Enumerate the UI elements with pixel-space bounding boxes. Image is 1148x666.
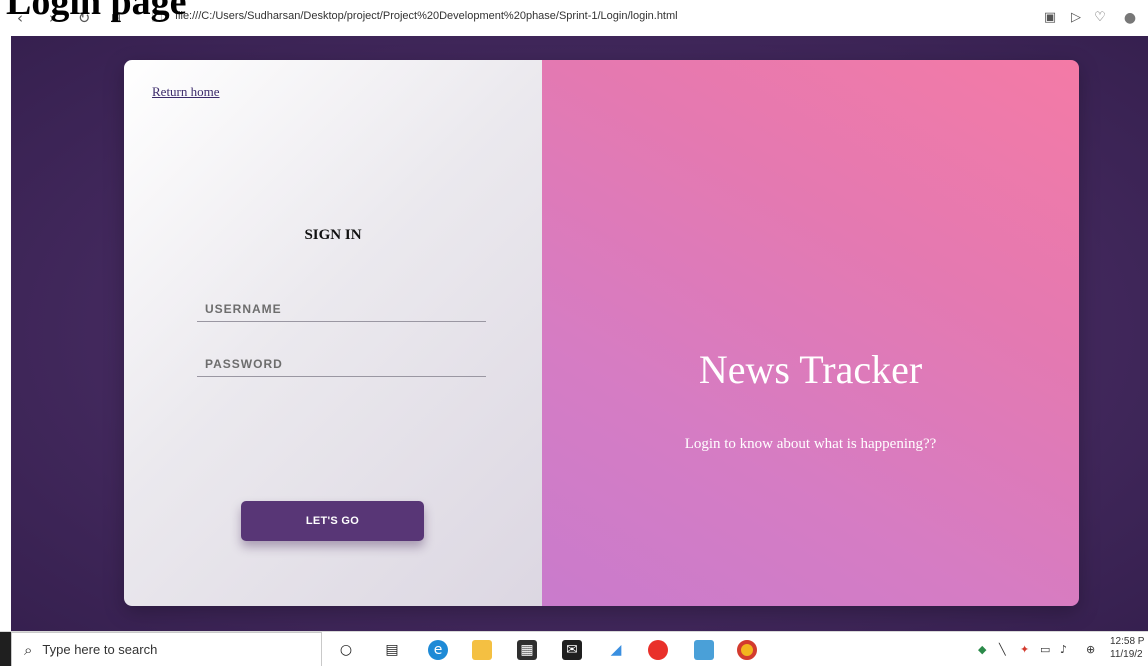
network-off-icon[interactable]: ╲ [999,643,1006,656]
password-input[interactable] [197,351,486,377]
cropped-heading: Login page [6,0,187,23]
login-card: Return home SIGN IN LET'S GO News Tracke… [124,60,1079,606]
brand-title: News Tracker [698,347,923,392]
system-clock[interactable]: 12:58 P 11/19/2 [1110,635,1144,661]
app-icon[interactable]: ◢ [606,640,626,660]
start-strip[interactable] [0,632,11,666]
search-icon: ⌕ [24,640,33,659]
task-view-icon[interactable]: ▤ [382,640,402,660]
address-bar[interactable]: file:///C:/Users/Sudharsan/Desktop/proje… [175,10,678,22]
cortana-icon[interactable]: ○ [336,640,356,660]
store-icon[interactable]: ▦ [517,640,537,660]
taskbar: ⌕ Type here to search ○ ▤ e ▦ ✉ ◢ ◆ ╲ ✦ … [0,631,1148,666]
login-panel: Return home SIGN IN LET'S GO [124,60,542,606]
security-icon[interactable]: ◆ [978,643,986,656]
send-icon[interactable]: ▷ [1066,8,1086,28]
volume-icon[interactable]: ♪ [1060,643,1067,656]
profile-icon[interactable]: ● [1120,8,1140,28]
edge-icon[interactable]: e [428,640,448,660]
opera-icon[interactable] [648,640,668,660]
heart-icon[interactable]: ♡ [1090,8,1110,28]
clock-time: 12:58 P [1110,636,1145,647]
screenshot-icon[interactable]: ▣ [1040,8,1060,28]
sign-in-title: SIGN IN [304,227,362,243]
clock-date: 11/19/2 [1110,649,1143,660]
brand-tagline: Login to know about what is happening?? [684,436,937,452]
taskbar-search-placeholder: Type here to search [42,642,158,657]
return-home-link[interactable]: Return home [152,84,220,100]
brand-panel: News Tracker Login to know about what is… [542,60,1079,606]
lets-go-button[interactable]: LET'S GO [241,501,424,541]
taskbar-search[interactable]: ⌕ Type here to search [11,632,322,666]
notification-icon[interactable]: ✦ [1020,643,1029,656]
page-background: Return home SIGN IN LET'S GO News Tracke… [11,36,1148,631]
file-explorer-icon[interactable] [472,640,492,660]
language-icon[interactable]: ⊕ [1086,643,1095,656]
battery-icon[interactable]: ▭ [1040,643,1050,656]
mail-icon[interactable]: ✉ [562,640,582,660]
username-input[interactable] [197,296,486,322]
notepad-icon[interactable] [694,640,714,660]
chrome-icon[interactable] [737,640,757,660]
